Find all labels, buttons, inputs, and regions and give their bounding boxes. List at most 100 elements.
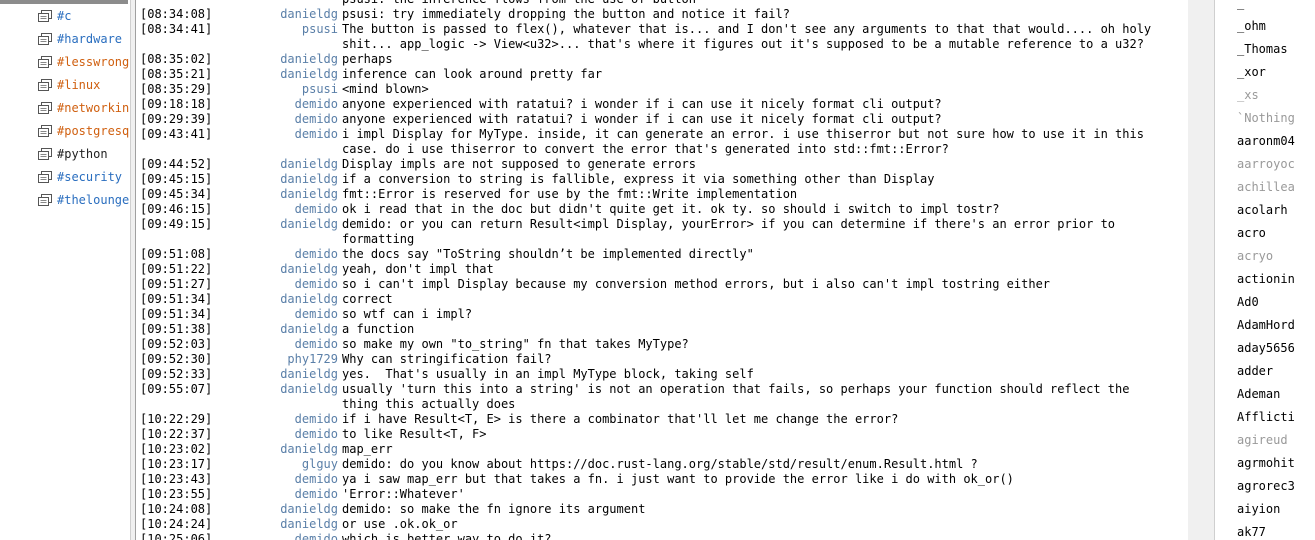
nickname[interactable]: danieldg [210,187,338,202]
message-text: 'Error::Whatever' [342,487,465,501]
nickname[interactable]: danieldg [210,217,338,247]
timestamp [136,0,210,7]
chat-log: psusi: the inference flows from the use … [135,0,1189,540]
nickname[interactable]: demido [210,532,338,540]
user-item[interactable]: _ohm [1237,19,1266,33]
message-text: demido: or you can return Result<impl Di… [342,217,1123,246]
nickname[interactable]: demido [210,202,338,217]
chat-line: [08:35:02] danieldg perhaps [136,52,1188,67]
channel-item[interactable]: #lesswrong [38,52,129,72]
user-item[interactable]: _ [1237,0,1244,10]
channel-item[interactable]: #security [38,167,122,187]
user-item[interactable]: actionin [1237,272,1295,286]
timestamp: [09:51:08] [140,247,213,261]
message-text: ya i saw map_err but that takes a fn. i … [342,472,1014,486]
nickname[interactable]: phy1729 [210,352,338,367]
nickname[interactable]: demido [210,472,338,487]
user-item[interactable]: aiyion [1237,502,1280,516]
user-item[interactable]: achillea [1237,180,1295,194]
nickname[interactable] [210,0,338,7]
nickname[interactable]: psusi [210,22,338,52]
timestamp: [09:51:22] [140,262,213,276]
user-item[interactable]: acryo [1237,249,1273,263]
user-item[interactable]: Ad0 [1237,295,1259,309]
user-item[interactable]: adder [1237,364,1273,378]
user-item[interactable]: acro [1237,226,1266,240]
nickname[interactable]: danieldg [210,502,338,517]
nickname[interactable]: demido [210,127,338,157]
user-item[interactable]: `Nothing [1237,111,1295,125]
nickname[interactable]: demido [210,247,338,262]
nickname[interactable]: danieldg [210,367,338,382]
nickname[interactable]: danieldg [210,442,338,457]
nickname[interactable]: danieldg [210,52,338,67]
nickname[interactable]: danieldg [210,157,338,172]
nickname[interactable]: danieldg [210,292,338,307]
message-text: so make my own "to_string" fn that takes… [342,337,689,351]
channel-name: #python [57,147,108,161]
nickname[interactable]: demido [210,487,338,502]
nickname[interactable]: danieldg [210,172,338,187]
timestamp: [09:44:52] [140,157,213,171]
message-text: i impl Display for MyType. inside, it ca… [342,127,1152,156]
message-text: demido: so make the fn ignore its argume… [342,502,646,516]
user-item[interactable]: acolarh [1237,203,1288,217]
user-item[interactable]: _xor [1237,65,1266,79]
nickname[interactable]: demido [210,97,338,112]
nickname[interactable]: danieldg [210,262,338,277]
chat-scroll-gutter[interactable] [1188,0,1214,540]
nickname[interactable]: danieldg [210,382,338,412]
nickname[interactable]: demido [210,112,338,127]
channel-item[interactable]: #postgresq [38,121,129,141]
message-text: <mind blown> [342,82,429,96]
nickname[interactable]: danieldg [210,322,338,337]
message-text: inference can look around pretty far [342,67,603,81]
channel-item[interactable]: #python [38,144,108,164]
user-item[interactable]: aaronm04 [1237,134,1295,148]
user-item[interactable]: ak77 [1237,525,1266,539]
user-item[interactable]: AdamHord [1237,318,1295,332]
timestamp: [10:23:43] [140,472,213,486]
message-text: Display impls are not supposed to genera… [342,157,697,171]
message-text: yes. That's usually in an impl MyType bl… [342,367,754,381]
user-item[interactable]: _Thomas [1237,42,1288,56]
chat-bubble-icon [38,55,52,68]
channel-item[interactable]: #thelounge [38,190,129,210]
chat-line: [09:52:30] phy1729 Why can stringification… [136,352,1188,367]
channel-item[interactable]: #linux [38,75,100,95]
panel-top-bar [0,0,128,4]
user-item[interactable]: agrmohit [1237,456,1295,470]
nickname[interactable]: demido [210,337,338,352]
nickname[interactable]: glguy [210,457,338,472]
nickname[interactable]: psusi [210,82,338,97]
user-item[interactable]: aarroyoc [1237,157,1295,171]
nickname[interactable]: danieldg [210,7,338,22]
message-text: psusi: the inference flows from the use … [342,0,1168,7]
nickname[interactable]: demido [210,412,338,427]
channel-item[interactable]: #networkin [38,98,129,118]
nickname[interactable]: danieldg [210,67,338,82]
timestamp: [09:45:34] [140,187,213,201]
user-item[interactable]: agireud [1237,433,1288,447]
timestamp: [08:34:41] [140,22,213,36]
user-item[interactable]: _xs [1237,88,1259,102]
user-item[interactable]: Ademan [1237,387,1280,401]
channel-item[interactable]: #c [38,6,71,26]
message-text: anyone experienced with ratatui? i wonde… [342,97,942,111]
timestamp: [10:25:06] [140,532,213,540]
channel-item[interactable]: #hardware [38,29,122,49]
nickname[interactable]: demido [210,277,338,292]
chat-line: [09:51:34] demido so wtf can i impl? [136,307,1188,322]
user-item[interactable]: Afflicti [1237,410,1295,424]
user-item[interactable]: aday5656 [1237,341,1295,355]
chat-bubble-icon [38,78,52,91]
chat-line: [09:43:41] demido i impl Display for MyTyp… [136,127,1188,157]
timestamp: [09:55:07] [140,382,213,396]
user-item[interactable]: agrorec3 [1237,479,1295,493]
nickname[interactable]: demido [210,307,338,322]
timestamp: [10:24:08] [140,502,213,516]
chat-bubble-icon [38,32,52,45]
nickname[interactable]: danieldg [210,517,338,532]
nickname[interactable]: demido [210,427,338,442]
message-text: demido: do you know about https://doc.ru… [342,457,978,471]
